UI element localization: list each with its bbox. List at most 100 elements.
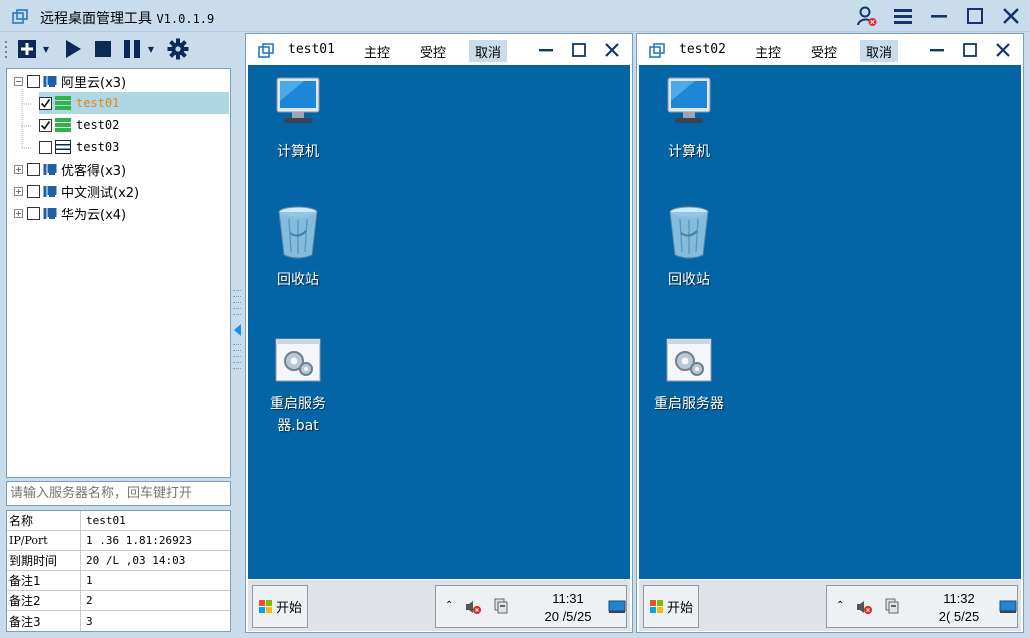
tree-group-chinese-test[interactable]: + 中文测试(x2) bbox=[14, 180, 139, 202]
tray-clock[interactable]: 11:32 2( 5/25 bbox=[919, 590, 999, 626]
tray-clock[interactable]: 11:31 20 /5/25 bbox=[528, 590, 608, 626]
remote-session-test01: test01 主控 受控 取消 计算机 回收站 重启服务器.bat 开始 ⌃ 1… bbox=[245, 33, 633, 633]
info-row-name: 名称 test01 bbox=[7, 511, 230, 531]
play-icon[interactable] bbox=[62, 39, 84, 59]
close-icon[interactable] bbox=[1000, 4, 1022, 28]
tray-expand-chevron-up-icon[interactable]: ⌃ bbox=[836, 600, 844, 611]
start-button[interactable]: 开始 bbox=[252, 585, 308, 628]
collapse-icon[interactable]: − bbox=[14, 76, 23, 86]
add-dropdown-chevron-down-icon[interactable]: ▼ bbox=[41, 39, 51, 59]
expand-icon[interactable]: + bbox=[14, 208, 23, 218]
tree-group-label: 中文测试(x2) bbox=[61, 185, 140, 201]
tree-group-label: 华为云(x4) bbox=[61, 207, 127, 223]
group-checkbox[interactable] bbox=[27, 206, 40, 220]
session-title: test02 bbox=[679, 42, 726, 57]
minimize-icon[interactable] bbox=[928, 4, 950, 28]
server-tree: − 阿里云(x3) test01 test02 test03 + 优客得(x3)… bbox=[6, 68, 231, 478]
tree-group-huawei[interactable]: + 华为云(x4) bbox=[14, 202, 126, 224]
start-button[interactable]: 开始 bbox=[643, 585, 699, 628]
server-group-icon bbox=[43, 184, 57, 198]
session-maximize-icon[interactable] bbox=[959, 39, 981, 61]
controlled-button[interactable]: 受控 bbox=[805, 40, 843, 62]
tree-group-aliyun[interactable]: − 阿里云(x3) bbox=[14, 70, 126, 92]
tree-item-test02[interactable]: test02 bbox=[39, 114, 119, 136]
collapse-left-icon[interactable] bbox=[234, 324, 242, 336]
remote-taskbar: 开始 ⌃ 11:32 2( 5/25 bbox=[639, 579, 1021, 631]
session-minimize-icon[interactable] bbox=[535, 39, 557, 61]
add-icon[interactable] bbox=[16, 39, 38, 59]
tray-expand-chevron-up-icon[interactable]: ⌃ bbox=[445, 600, 453, 611]
show-desktop-icon[interactable] bbox=[608, 600, 626, 618]
session-header: test02 主控 受控 取消 bbox=[637, 34, 1023, 65]
maximize-icon[interactable] bbox=[964, 4, 986, 28]
info-value: 2 bbox=[86, 594, 93, 607]
master-control-button[interactable]: 主控 bbox=[749, 40, 787, 62]
network-icon[interactable] bbox=[883, 597, 901, 619]
tree-group-youkede[interactable]: + 优客得(x3) bbox=[14, 158, 126, 180]
group-checkbox[interactable] bbox=[27, 74, 40, 88]
splitter-grip-line bbox=[233, 302, 241, 303]
stop-icon[interactable] bbox=[92, 39, 114, 59]
toolbar-grip bbox=[5, 41, 7, 58]
group-checkbox[interactable] bbox=[27, 184, 40, 198]
expand-icon[interactable]: + bbox=[14, 186, 23, 196]
windows-logo-icon bbox=[258, 599, 274, 615]
cancel-button[interactable]: 取消 bbox=[860, 40, 899, 62]
server-checkbox-checked[interactable] bbox=[39, 96, 52, 110]
user-account-icon[interactable] bbox=[856, 4, 878, 28]
desktop-icon-restart-bat[interactable]: 重启服务器 bbox=[644, 335, 734, 415]
expand-icon[interactable]: + bbox=[14, 164, 23, 174]
splitter-grip-line bbox=[233, 308, 241, 309]
splitter-grip-line bbox=[233, 344, 241, 345]
desktop-icon-computer[interactable]: 计算机 bbox=[644, 75, 734, 163]
windows-logo-icon bbox=[649, 599, 665, 615]
group-checkbox[interactable] bbox=[27, 162, 40, 176]
session-close-icon[interactable] bbox=[601, 39, 623, 61]
remote-desktop[interactable]: 计算机 回收站 重启服务器 bbox=[639, 65, 1021, 579]
server-checkbox[interactable] bbox=[39, 140, 52, 154]
pause-icon[interactable] bbox=[121, 39, 143, 59]
info-key: 到期时间 bbox=[7, 551, 81, 570]
splitter-grip-line bbox=[233, 350, 241, 351]
splitter-grip-line bbox=[233, 290, 241, 291]
show-desktop-icon[interactable] bbox=[999, 600, 1017, 618]
session-header: test01 主控 受控 取消 bbox=[246, 34, 632, 65]
desktop-icon-recycle-bin[interactable]: 回收站 bbox=[644, 203, 734, 291]
tree-item-label: test01 bbox=[76, 96, 120, 110]
panel-splitter-handle[interactable] bbox=[232, 290, 244, 380]
volume-muted-icon[interactable] bbox=[464, 598, 482, 620]
system-tray: ⌃ 11:31 20 /5/25 bbox=[435, 585, 627, 628]
controlled-button[interactable]: 受控 bbox=[414, 40, 452, 62]
tree-item-test01[interactable]: test01 bbox=[39, 92, 229, 114]
server-checkbox-checked[interactable] bbox=[39, 118, 52, 132]
pause-dropdown-chevron-down-icon[interactable]: ▼ bbox=[146, 39, 156, 59]
remote-desktop[interactable]: 计算机 回收站 重启服务器.bat bbox=[248, 65, 630, 579]
desktop-icon-recycle-bin[interactable]: 回收站 bbox=[253, 203, 343, 291]
session-close-icon[interactable] bbox=[992, 39, 1014, 61]
cancel-button[interactable]: 取消 bbox=[469, 40, 508, 62]
info-key: 备注3 bbox=[7, 611, 81, 631]
master-control-button[interactable]: 主控 bbox=[358, 40, 396, 62]
server-group-icon bbox=[43, 74, 57, 88]
server-online-icon bbox=[55, 96, 71, 110]
tree-item-test03[interactable]: test03 bbox=[39, 136, 119, 158]
info-key: 名称 bbox=[7, 511, 81, 530]
server-search-input[interactable] bbox=[7, 482, 230, 505]
menu-icon[interactable] bbox=[892, 4, 914, 28]
desktop-icon-restart-bat[interactable]: 重启服务器.bat bbox=[253, 335, 343, 437]
app-title: 远程桌面管理工具 V1.0.1.9 bbox=[40, 8, 214, 28]
tree-item-label: test02 bbox=[76, 118, 120, 132]
splitter-grip-line bbox=[233, 356, 241, 357]
gear-icon[interactable] bbox=[166, 38, 190, 60]
remote-session-test02: test02 主控 受控 取消 计算机 回收站 重启服务器 开始 ⌃ 11:32… bbox=[636, 33, 1024, 633]
session-minimize-icon[interactable] bbox=[926, 39, 948, 61]
splitter-grip-line bbox=[233, 362, 241, 363]
network-icon[interactable] bbox=[492, 597, 510, 619]
server-online-icon bbox=[55, 118, 71, 132]
info-row-note2: 备注2 2 bbox=[7, 591, 230, 611]
splitter-grip-line bbox=[233, 368, 241, 369]
desktop-icon-computer[interactable]: 计算机 bbox=[253, 75, 343, 163]
volume-muted-icon[interactable] bbox=[855, 598, 873, 620]
session-maximize-icon[interactable] bbox=[568, 39, 590, 61]
clock-date: 20 /5/25 bbox=[544, 609, 592, 624]
